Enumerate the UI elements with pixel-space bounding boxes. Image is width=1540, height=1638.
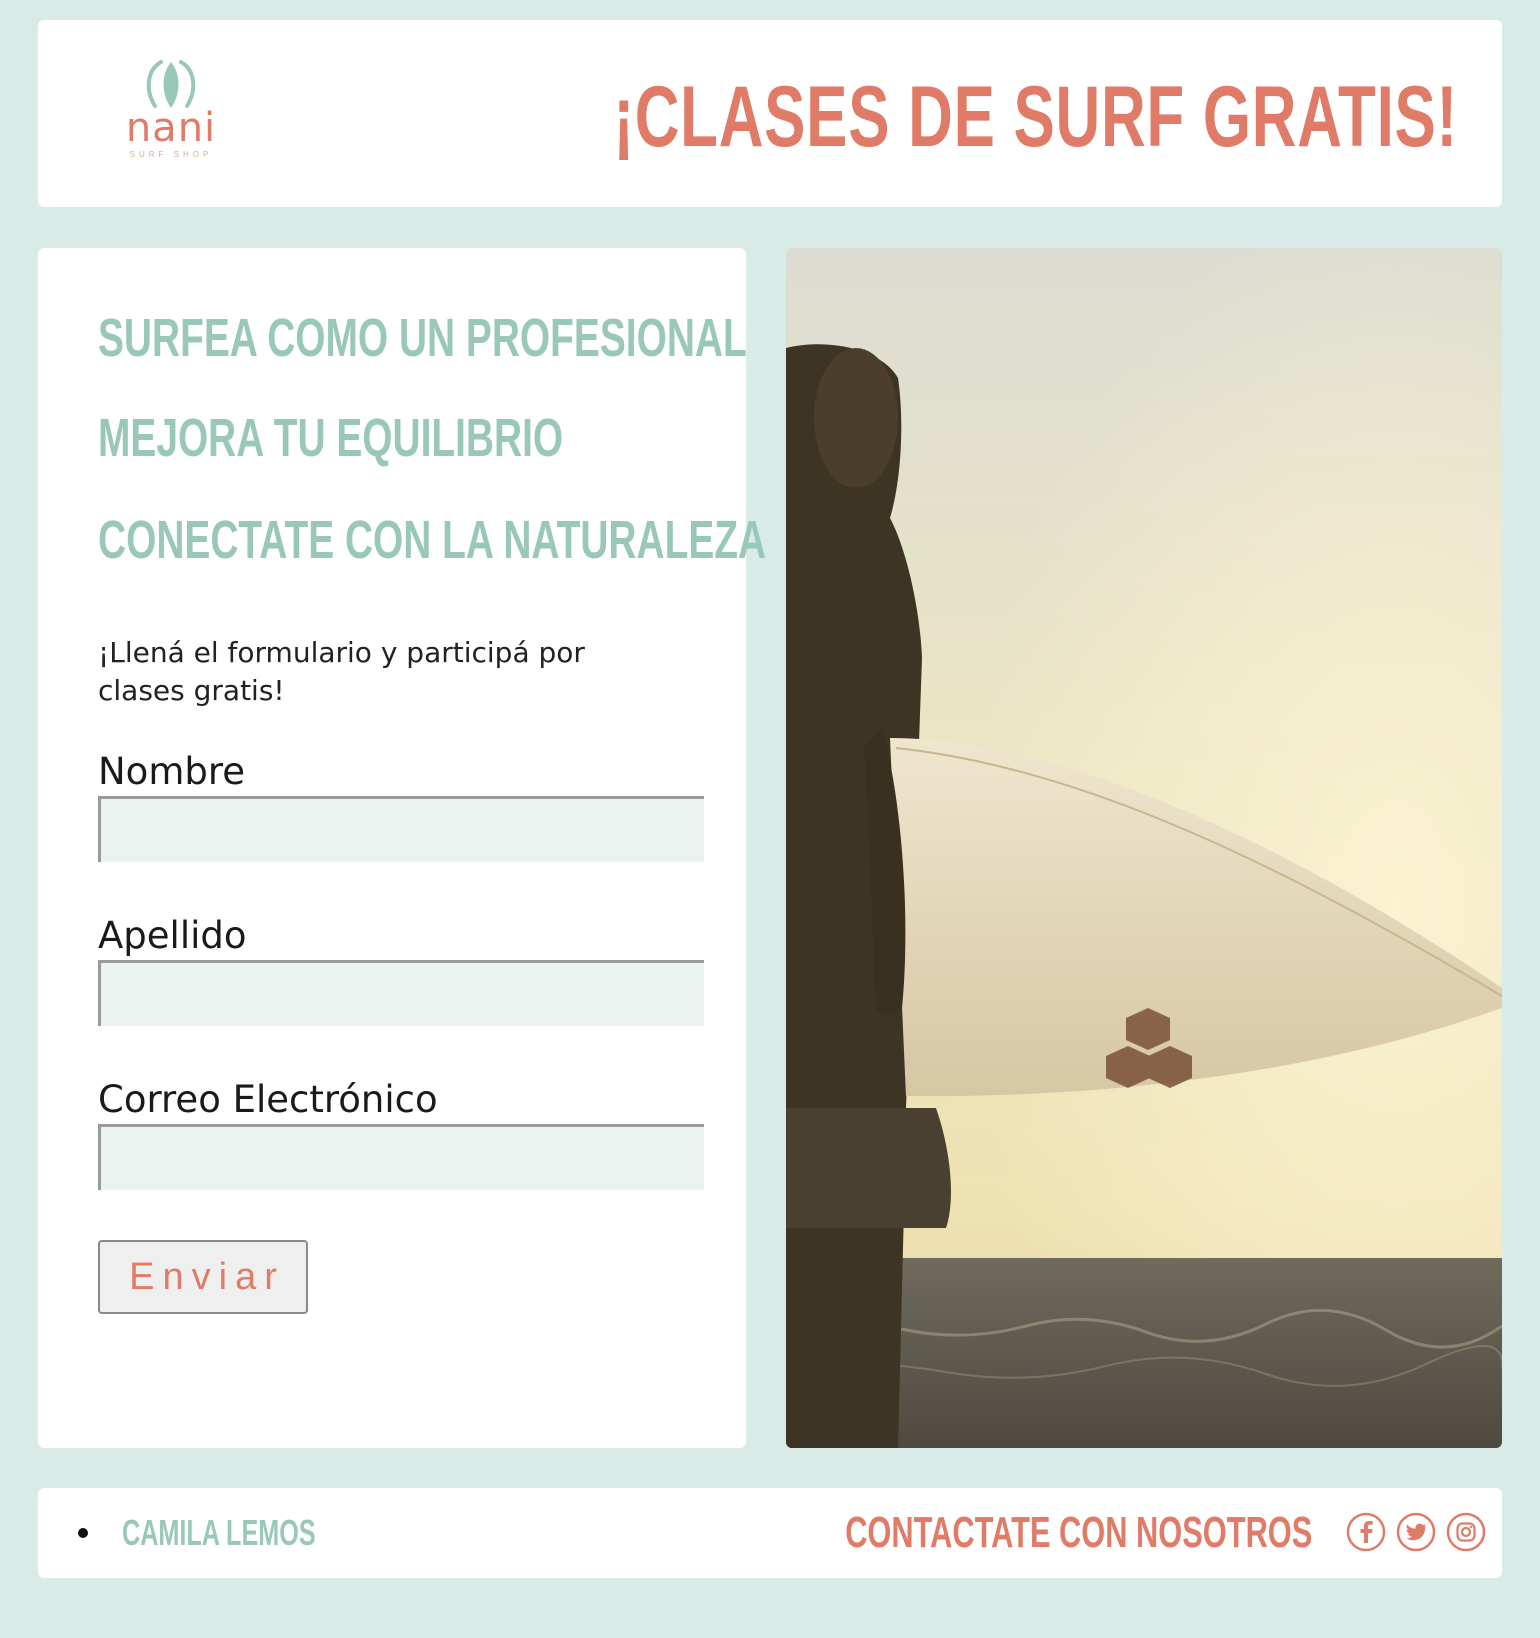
first-name-label: Nombre [98, 750, 246, 793]
form-intro-text: ¡Llená el formulario y participá por cla… [98, 636, 585, 707]
surfer-photo [786, 248, 1502, 1448]
logo-wordmark: nani [125, 105, 217, 151]
first-name-field[interactable] [98, 796, 704, 862]
footer-contact-label: CONTACTATE CON NOSOTROS [844, 1508, 1312, 1557]
tagline-2: MEJORA TU EQUILIBRIO [98, 408, 564, 468]
instagram-icon[interactable] [1446, 1512, 1486, 1552]
footer: CAMILA LEMOS CONTACTATE CON NOSOTROS [38, 1488, 1502, 1578]
logo-tagline: SURF SHOP [129, 150, 213, 159]
page-headline: ¡CLASES DE SURF GRATIS! [613, 69, 1458, 165]
header: nani SURF SHOP ¡CLASES DE SURF GRATIS! [38, 20, 1502, 207]
submit-button[interactable]: Enviar [98, 1240, 308, 1314]
facebook-icon[interactable] [1346, 1512, 1386, 1552]
last-name-field[interactable] [98, 960, 704, 1026]
email-label: Correo Electrónico [98, 1078, 438, 1121]
email-field[interactable] [98, 1124, 704, 1190]
surfer-with-board-image [786, 248, 1502, 1448]
twitter-icon[interactable] [1396, 1512, 1436, 1552]
list-bullet [78, 1528, 88, 1538]
last-name-label: Apellido [98, 914, 247, 957]
brand-logo[interactable]: nani SURF SHOP [116, 58, 226, 168]
tagline-3: CONECTATE CON LA NATURALEZA [98, 510, 767, 570]
signup-form-card: SURFEA COMO UN PROFESIONAL MEJORA TU EQU… [38, 248, 766, 1448]
footer-author-link[interactable]: CAMILA LEMOS [122, 1508, 316, 1558]
tagline-1: SURFEA COMO UN PROFESIONAL [98, 308, 747, 368]
surfboard-logo-icon [146, 60, 196, 108]
